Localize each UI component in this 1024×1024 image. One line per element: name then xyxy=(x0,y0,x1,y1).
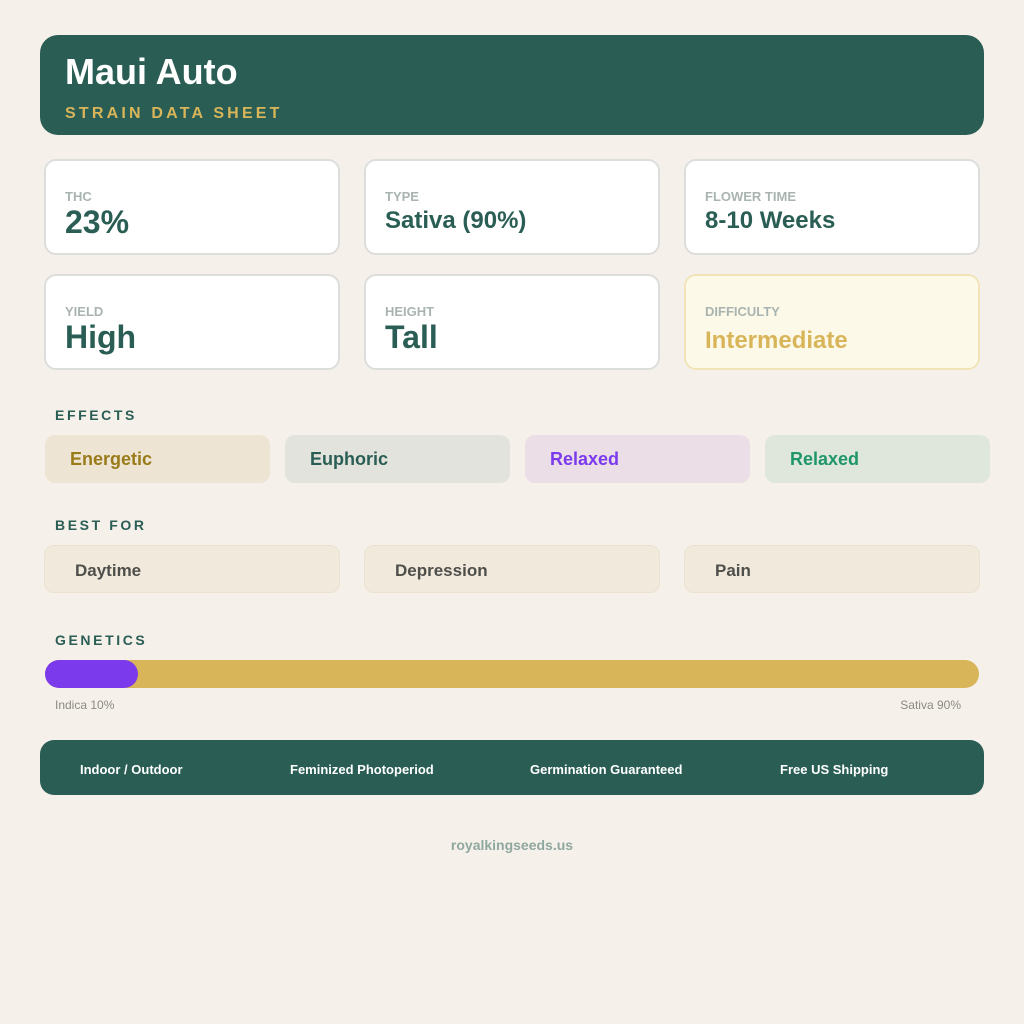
indica-caption: Indica 10% xyxy=(55,698,115,712)
best-for-label: Daytime xyxy=(75,561,142,580)
sativa-caption: Sativa 90% xyxy=(900,698,961,712)
effect-chip: Energetic xyxy=(45,435,270,483)
best-for-item: Pain xyxy=(684,545,980,593)
website-link[interactable]: royalkingseeds.us xyxy=(0,837,1024,853)
stat-label: TYPE xyxy=(385,189,419,204)
sativa-segment xyxy=(45,660,979,688)
effect-label: Relaxed xyxy=(790,449,860,469)
stat-label: HEIGHT xyxy=(385,304,435,319)
effects-heading: EFFECTS xyxy=(55,407,137,423)
stat-value: Intermediate xyxy=(705,327,848,354)
best-for-item: Daytime xyxy=(44,545,340,593)
feature-item: Indoor / Outdoor xyxy=(80,762,183,777)
stat-label: YIELD xyxy=(65,304,104,319)
feature-item: Germination Guaranteed xyxy=(530,762,683,777)
effect-label: Euphoric xyxy=(310,449,389,469)
stat-value: 8-10 Weeks xyxy=(705,207,836,234)
features-bar: Indoor / Outdoor Feminized Photoperiod G… xyxy=(40,740,984,795)
stat-card-difficulty: DIFFICULTY Intermediate xyxy=(684,274,980,370)
feature-item: Free US Shipping xyxy=(780,762,889,777)
effect-label: Relaxed xyxy=(550,449,620,469)
stat-label: FLOWER TIME xyxy=(705,189,796,204)
stat-card-type: TYPE Sativa (90%) xyxy=(364,159,660,255)
stat-value: 23% xyxy=(65,204,130,240)
best-for-label: Pain xyxy=(715,561,751,580)
genetics-heading: GENETICS xyxy=(55,632,148,648)
header-banner: Maui Auto STRAIN DATA SHEET xyxy=(40,35,984,135)
best-for-heading: BEST FOR xyxy=(55,517,147,533)
stat-value: Tall xyxy=(385,319,438,355)
effect-chip: Relaxed xyxy=(525,435,750,483)
stat-label: THC xyxy=(65,189,92,204)
effect-chip: Euphoric xyxy=(285,435,510,483)
strain-title: Maui Auto xyxy=(65,51,238,92)
stat-label: DIFFICULTY xyxy=(705,304,780,319)
strain-data-sheet: Maui Auto STRAIN DATA SHEET THC 23% TYPE… xyxy=(0,0,1024,1024)
best-for-label: Depression xyxy=(395,561,488,580)
effect-chip: Relaxed xyxy=(765,435,990,483)
stat-value: Sativa (90%) xyxy=(385,207,527,234)
stat-value: High xyxy=(65,319,137,355)
indica-segment xyxy=(45,660,139,688)
effect-label: Energetic xyxy=(70,449,153,469)
stat-card-height: HEIGHT Tall xyxy=(364,274,660,370)
feature-item: Feminized Photoperiod xyxy=(290,762,434,777)
stat-card-yield: YIELD High xyxy=(44,274,340,370)
best-for-item: Depression xyxy=(364,545,660,593)
genetics-bar xyxy=(45,660,979,688)
stat-card-flower-time: FLOWER TIME 8-10 Weeks xyxy=(684,159,980,255)
stat-card-thc: THC 23% xyxy=(44,159,340,255)
sheet-subtitle: STRAIN DATA SHEET xyxy=(65,105,283,122)
